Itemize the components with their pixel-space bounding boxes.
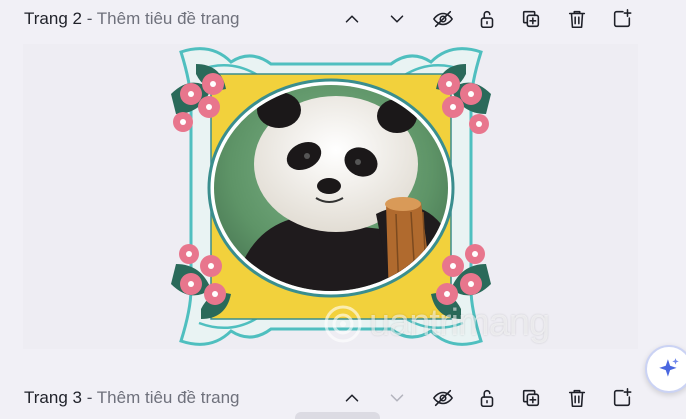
chevron-up-icon [345,15,359,23]
add-page-icon [613,388,632,407]
add-page-icon [613,9,632,28]
lock-open-icon [480,389,494,408]
page-subtitle-input[interactable]: Thêm tiêu đề trang [97,388,240,407]
duplicate-page-icon [522,10,540,28]
page-title-2[interactable]: Trang 2 - Thêm tiêu đề trang [24,9,240,29]
design-canvas[interactable]: uantrimang [23,44,638,349]
chevron-up-icon [345,394,359,402]
eye-off-icon [433,10,453,28]
lock-open-icon [480,10,494,29]
lock-page-button[interactable] [474,385,500,411]
duplicate-page-button[interactable] [518,6,544,32]
page-scroll-indicator[interactable] [295,412,380,419]
move-page-up-button[interactable] [339,385,365,411]
duplicate-page-icon [522,389,540,407]
title-separator: - [86,9,93,28]
watermark: uantrimang [323,302,550,345]
move-page-down-button[interactable] [384,385,410,411]
watermark-logo-icon [324,305,362,342]
lock-page-button[interactable] [474,6,500,32]
chevron-down-icon [390,15,404,23]
move-page-down-button[interactable] [384,6,410,32]
chevron-down-icon [390,394,404,402]
page-subtitle-input[interactable]: Thêm tiêu đề trang [97,9,240,28]
page-label: Trang 2 [24,9,82,28]
add-page-button[interactable] [609,6,635,32]
page-label: Trang 3 [24,388,82,407]
eye-off-icon [433,389,453,407]
trash-icon [568,10,586,29]
delete-page-button[interactable] [564,6,590,32]
hide-page-button[interactable] [430,385,456,411]
move-page-up-button[interactable] [339,6,365,32]
page-title-3[interactable]: Trang 3 - Thêm tiêu đề trang [24,388,240,408]
hide-page-button[interactable] [430,6,456,32]
watermark-text: uantrimang [369,302,550,344]
duplicate-page-button[interactable] [518,385,544,411]
add-page-button[interactable] [609,385,635,411]
title-separator: - [86,388,93,407]
sparkle-icon [659,358,679,377]
trash-icon [568,389,586,408]
delete-page-button[interactable] [564,385,590,411]
magic-assistant-button[interactable] [645,345,686,393]
page-header-2: Trang 2 - Thêm tiêu đề trang [0,0,686,38]
